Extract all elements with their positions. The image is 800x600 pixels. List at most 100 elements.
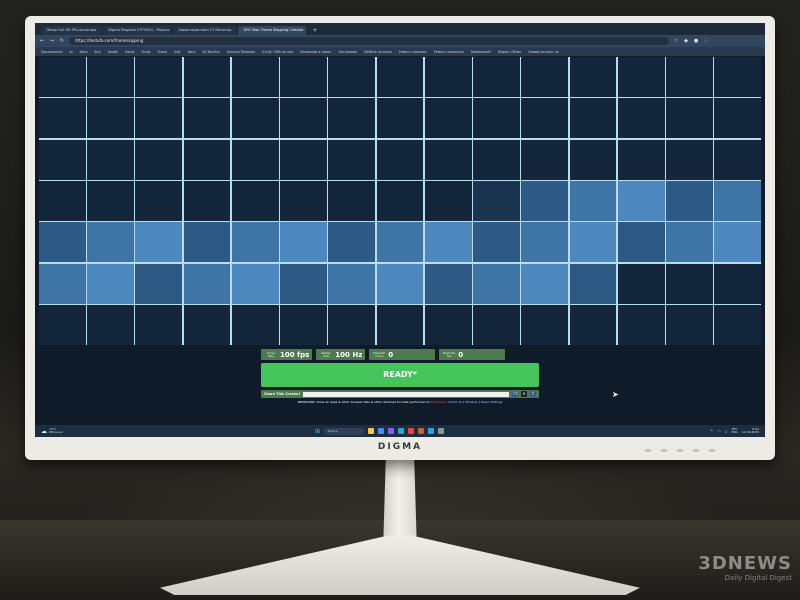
back-icon[interactable]: ← <box>39 38 45 44</box>
bookmark-item[interactable]: Work <box>187 50 195 54</box>
wifi-icon[interactable]: ◠ <box>717 429 721 434</box>
check-browser-link[interactable]: Check Your Browser <box>448 400 478 404</box>
pixels-per-frame-label: Pixels Per Frame <box>373 351 386 358</box>
bookmark-item[interactable]: Новый каталог на <box>528 50 558 54</box>
browser-tab[interactable]: Характеристики 27 Монитор <box>173 26 237 35</box>
bookmark-item[interactable]: Мебель на заказ <box>364 50 392 54</box>
bookmark-item[interactable]: Buy <box>94 50 100 54</box>
reload-icon[interactable]: ↻ <box>59 38 65 44</box>
power-button[interactable] <box>709 449 715 452</box>
chevron-up-icon[interactable]: ^ <box>710 429 713 434</box>
monitor-button[interactable] <box>693 449 699 452</box>
grid-cell <box>39 139 86 180</box>
grid-cell <box>231 98 279 139</box>
url-input[interactable]: https://testufo.com/frameskipping <box>69 37 669 45</box>
reset-settings-link[interactable]: Reset Settings <box>481 400 503 404</box>
taskbar-search[interactable]: Поиск <box>324 427 365 435</box>
telegram-app-icon[interactable] <box>428 428 435 434</box>
grid-cell <box>473 181 520 221</box>
browser-tab[interactable]: Digma Progress 27P302Q - Яндекс <box>103 26 172 35</box>
office-app-icon[interactable] <box>418 428 425 434</box>
browser-app-icon[interactable] <box>378 428 385 434</box>
bookmark-item[interactable]: Ремонт компьют <box>399 50 427 54</box>
bookmark-item[interactable]: Travel <box>158 50 167 54</box>
bookmark-item[interactable]: Home <box>125 50 134 54</box>
grid-cell <box>280 98 327 139</box>
grid-cell <box>424 139 472 180</box>
grid-cell <box>87 181 134 221</box>
windows-start-icon[interactable]: ⊞ <box>315 428 320 435</box>
bookmark-item[interactable]: Ютуб, ОМА на при <box>262 50 293 54</box>
monitor-button[interactable] <box>661 449 667 452</box>
bookmark-item[interactable]: Каналы Telegram <box>227 50 255 54</box>
frame-rate-box[interactable]: Frame Rate 100 fps <box>261 349 313 360</box>
settings-app-icon[interactable] <box>438 428 445 434</box>
bookmark-item[interactable]: Avito <box>80 50 88 54</box>
grid-cell <box>328 139 376 180</box>
facebook-icon[interactable]: f <box>530 391 536 397</box>
browser-tab-active[interactable]: UFO Test: Frame Skipping Checker <box>238 26 307 35</box>
grid-cell <box>183 305 231 345</box>
star-icon[interactable]: ☆ <box>673 38 679 44</box>
grid-cell <box>280 263 327 304</box>
grid-cell <box>231 222 279 263</box>
share-url-input[interactable] <box>303 391 509 397</box>
bookmark-item[interactable]: Health <box>108 50 118 54</box>
weather-widget[interactable]: ☁ -3°C Облачно <box>41 427 81 435</box>
bookmark-item[interactable]: Ультрашир <box>338 50 357 54</box>
refresh-rate-label: Refresh Rate <box>321 351 332 358</box>
forward-icon[interactable]: → <box>49 38 55 44</box>
cloud-icon: ☁ <box>41 427 47 435</box>
share-row: Share This Screen! ❐ ✕ f <box>261 390 539 398</box>
browser-address-bar: ← → ↻ https://testufo.com/frameskipping … <box>35 35 765 47</box>
pixels-per-sec-label: Pixels Per Sec <box>443 351 456 358</box>
new-tab-button[interactable]: + <box>308 26 321 35</box>
menu-icon[interactable]: ⋮ <box>703 38 709 44</box>
volume-icon[interactable]: ♪ <box>725 429 728 434</box>
grid-cell <box>666 139 713 180</box>
bookmark-item[interactable]: AI <box>69 50 72 54</box>
grid-cell <box>376 305 424 345</box>
grid-cell <box>666 305 713 345</box>
monitor-button[interactable] <box>677 449 683 452</box>
language-indicator[interactable]: РУС ENG <box>731 427 737 435</box>
bookmark-item[interactable]: Ремонт компьюте <box>434 50 464 54</box>
grid-cell <box>135 57 183 97</box>
copy-icon[interactable]: ❐ <box>512 391 518 397</box>
x-icon[interactable]: ✕ <box>521 391 527 397</box>
grid-cell <box>714 263 761 304</box>
grid-cell <box>231 57 279 97</box>
profile-icon[interactable]: ● <box>693 38 699 44</box>
bookmark-item[interactable]: Мониторы и проек <box>300 50 331 54</box>
store-app-icon[interactable] <box>388 428 395 434</box>
bookmark-item[interactable]: Яндекс Облак <box>498 50 522 54</box>
grid-cell <box>473 263 520 304</box>
bookmark-item[interactable]: Soft <box>174 50 180 54</box>
weather-desc: Облачно <box>49 430 63 434</box>
ready-status-button[interactable]: READY* <box>261 363 539 387</box>
chrome-app-icon[interactable] <box>408 428 415 434</box>
windows-taskbar: ☁ -3°C Облачно ⊞ Поиск ^ ◠ ♪ РУС ENG 8:4… <box>35 425 765 437</box>
grid-cell <box>135 222 183 263</box>
grid-cell <box>231 181 279 221</box>
stats-row: Frame Rate 100 fps Refresh Rate 100 Hz P… <box>261 349 539 360</box>
grid-cell <box>666 263 713 304</box>
taskbar-clock[interactable]: 8:41 12.04.2026 <box>742 427 759 435</box>
grid-cell <box>376 98 424 139</box>
bookmark-item[interactable]: 4K Monitor <box>203 50 220 54</box>
extensions-icon[interactable]: ◆ <box>683 38 689 44</box>
grid-cell <box>376 263 424 304</box>
grid-cell <box>424 263 472 304</box>
monitor-button[interactable] <box>645 449 651 452</box>
file-explorer-icon[interactable] <box>368 428 375 434</box>
grid-cell <box>617 98 665 139</box>
mail-app-icon[interactable] <box>398 428 405 434</box>
bookmark-item[interactable]: NoteboookM <box>471 50 491 54</box>
grid-cell <box>87 305 134 345</box>
grid-cell <box>39 181 86 221</box>
bookmark-item[interactable]: Приложения <box>41 50 62 54</box>
bookmark-item[interactable]: Study <box>141 50 150 54</box>
grid-cell <box>376 139 424 180</box>
browser-tab[interactable]: Обзор Full HD IPS-монитора <box>41 26 102 35</box>
grid-cell <box>666 181 713 221</box>
